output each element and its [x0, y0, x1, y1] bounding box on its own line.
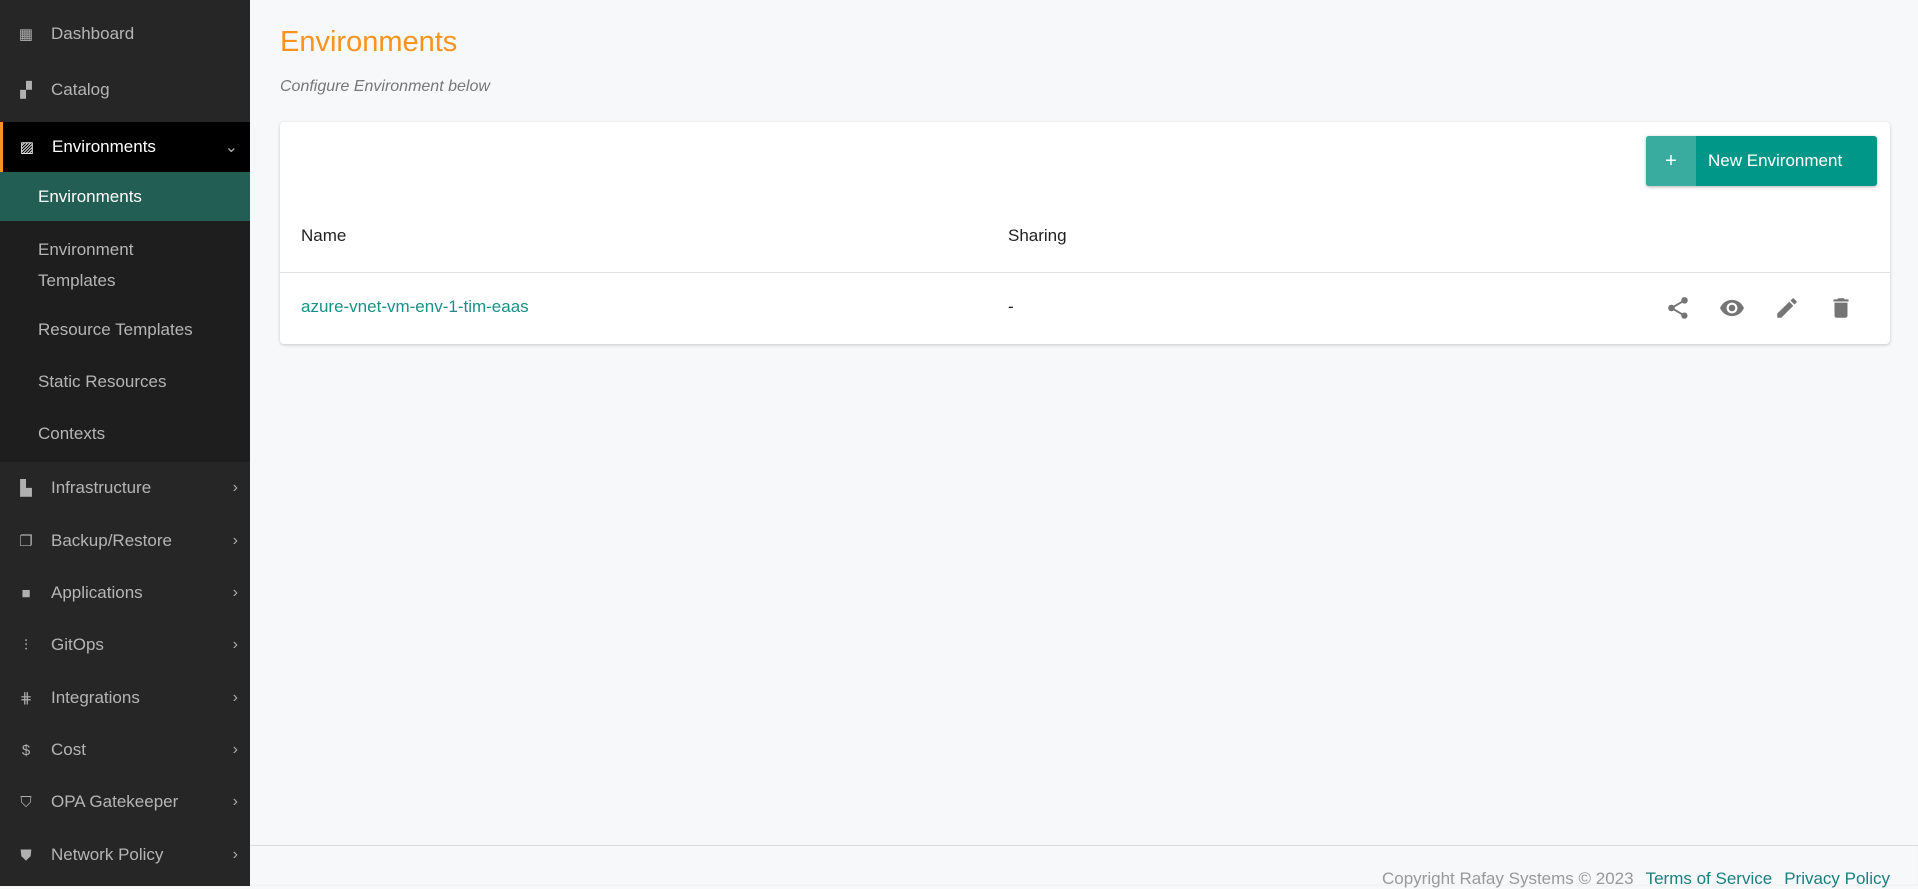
privacy-policy-link[interactable]: Privacy Policy: [1784, 869, 1890, 888]
sidebar-subitem-static-resources[interactable]: Static Resources: [0, 366, 250, 397]
image-icon: ▨: [19, 139, 35, 156]
column-header-name[interactable]: Name: [301, 226, 346, 246]
sidebar-item-opa-gatekeeper[interactable]: ⛉ OPA Gatekeeper ›: [0, 776, 250, 828]
sidebar-subitem-contexts[interactable]: Contexts: [0, 418, 250, 449]
sharing-value: -: [1008, 297, 1014, 316]
shield-icon: ⛉: [20, 793, 32, 811]
chevron-right-icon: ›: [232, 636, 238, 653]
copyright-text: Copyright Rafay Systems © 2023: [1382, 869, 1634, 888]
sidebar-item-network-policy[interactable]: ⛊ Network Policy ›: [0, 829, 250, 881]
sidebar-item-applications[interactable]: ■ Applications ›: [0, 567, 250, 619]
sidebar-item-environments[interactable]: ▨ Environments ⌄: [0, 122, 250, 172]
sidebar-subitem-resource-templates[interactable]: Resource Templates: [0, 314, 250, 345]
column-header-sharing[interactable]: Sharing: [1008, 226, 1067, 246]
sidebar-item-infrastructure[interactable]: ▙ Infrastructure ›: [0, 462, 250, 514]
chevron-right-icon: ›: [232, 846, 238, 863]
sidebar-subitem-environments[interactable]: Environments: [0, 172, 250, 221]
copy-icon: ❐: [19, 533, 33, 550]
dollar-icon: $: [21, 741, 31, 759]
plus-icon: +: [1646, 136, 1696, 186]
chevron-right-icon: ›: [232, 689, 238, 706]
page-title: Environments: [280, 26, 458, 58]
chevron-right-icon: ›: [232, 741, 238, 758]
sidebar-item-backup-restore[interactable]: ❐ Backup/Restore ›: [0, 515, 250, 567]
sidebar-item-catalog[interactable]: ▞ Catalog: [0, 64, 250, 116]
sidebar-submenu: Environments Environment Templates Resou…: [0, 172, 250, 462]
catalog-icon: ▞: [20, 82, 32, 99]
sidebar-item-cost[interactable]: $ Cost ›: [0, 724, 250, 776]
chevron-right-icon: ›: [232, 584, 238, 601]
waveform-icon: ⫶: [24, 636, 28, 654]
shield-check-icon: ⛊: [20, 846, 32, 864]
chevron-right-icon: ›: [232, 532, 238, 549]
terms-of-service-link[interactable]: Terms of Service: [1646, 869, 1773, 888]
chevron-right-icon: ›: [232, 479, 238, 496]
sidebar-subitem-environment-templates[interactable]: Environment Templates: [0, 234, 190, 296]
eye-icon[interactable]: [1719, 295, 1745, 321]
new-environment-button[interactable]: + New Environment: [1646, 136, 1877, 186]
chevron-down-icon: ⌄: [224, 139, 238, 156]
sliders-icon: ⋕: [19, 690, 33, 707]
page-subtitle: Configure Environment below: [280, 78, 490, 95]
sidebar-item-integrations[interactable]: ⋕ Integrations ›: [0, 672, 250, 724]
sidebar: ▦ Dashboard ▞ Catalog ▨ Environments ⌄ Envir…: [0, 0, 250, 886]
environment-name-link[interactable]: azure-vnet-vm-env-1-tim-eaas: [301, 297, 529, 317]
footer: Copyright Rafay Systems © 2023 Terms of S…: [250, 845, 1918, 888]
divider: [280, 272, 1890, 273]
delete-icon[interactable]: [1828, 295, 1854, 321]
dashboard-icon: ▦: [18, 26, 34, 43]
environments-card: + New Environment Name Sharing azure-vnet…: [280, 122, 1890, 344]
main-content: Environments Configure Environment below…: [250, 0, 1918, 888]
chevron-right-icon: ›: [232, 793, 238, 810]
share-icon[interactable]: [1665, 295, 1691, 321]
sidebar-item-gitops[interactable]: ⫶ GitOps ›: [0, 619, 250, 671]
edit-icon[interactable]: [1774, 295, 1800, 321]
briefcase-icon: ■: [21, 584, 31, 602]
sidebar-item-dashboard[interactable]: ▦ Dashboard: [0, 8, 250, 60]
building-icon: ▙: [20, 480, 32, 497]
